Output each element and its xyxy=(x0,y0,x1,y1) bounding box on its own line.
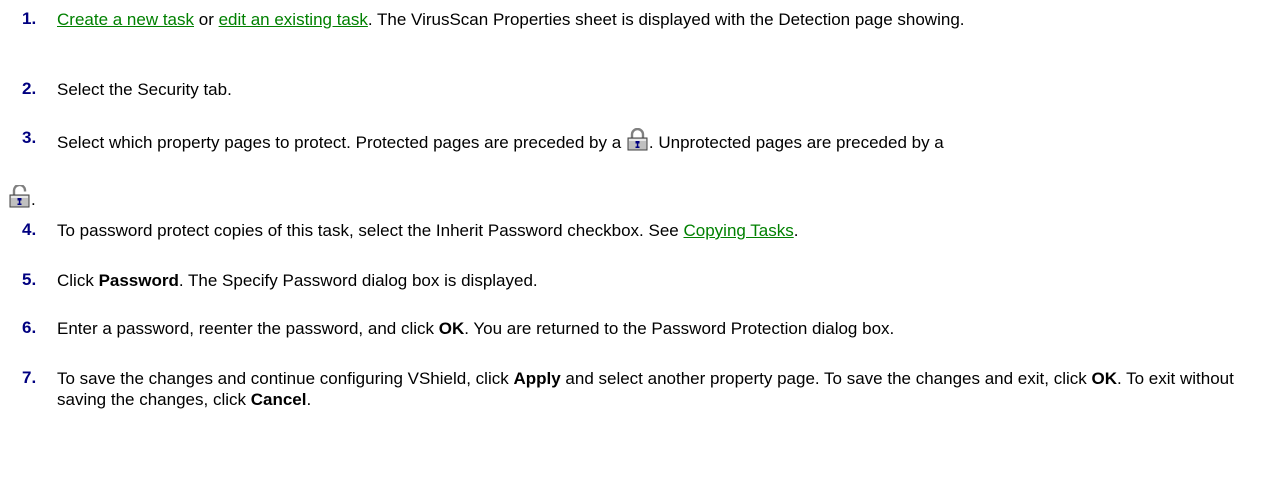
step-text-post: . The Specify Password dialog box is dis… xyxy=(178,271,538,290)
step-number: 6. xyxy=(22,318,37,337)
step-3-unprotected: . xyxy=(8,185,36,210)
edit-task-link[interactable]: edit an existing task xyxy=(219,10,368,29)
create-task-link[interactable]: Create a new task xyxy=(57,10,194,29)
step-text: To save the changes and continue configu… xyxy=(57,368,1247,410)
step-number: 5. xyxy=(22,270,37,289)
step-number: 2. xyxy=(22,79,37,98)
step-text: To password protect copies of this task,… xyxy=(57,220,1247,241)
step-text: Click Password. The Specify Password dia… xyxy=(57,270,1247,291)
locked-padlock-icon xyxy=(626,128,649,151)
step-text-main: To password protect copies of this task,… xyxy=(57,221,684,240)
step-text: Enter a password, reenter the password, … xyxy=(57,318,1247,339)
step-text-a: Select which property pages to protect. … xyxy=(57,133,626,152)
step-text-rest: . The VirusScan Properties sheet is disp… xyxy=(367,10,965,29)
step-text-post: . You are returned to the Password Prote… xyxy=(464,319,895,338)
password-label: Password xyxy=(98,271,179,290)
copying-tasks-link[interactable]: Copying Tasks xyxy=(683,221,793,240)
step-text-g: . xyxy=(306,390,312,409)
step-text-c: and select another property page. To sav… xyxy=(560,369,1092,388)
step-number: 4. xyxy=(22,220,37,239)
step-text-or: or xyxy=(194,10,219,29)
step-text-pre: Enter a password, reenter the password, … xyxy=(57,319,439,338)
ok-label: OK xyxy=(1091,369,1117,388)
apply-label: Apply xyxy=(513,369,561,388)
step-text-pre: Click xyxy=(57,271,99,290)
step-text: Create a new task or edit an existing ta… xyxy=(57,9,1247,30)
step-text: Select which property pages to protect. … xyxy=(57,128,1247,153)
cancel-label: Cancel xyxy=(250,390,307,409)
step-3-period: . xyxy=(31,190,36,209)
unlocked-padlock-icon xyxy=(8,185,31,208)
step-text: Select the Security tab. xyxy=(57,80,232,99)
step-text-b: . Unprotected pages are preceded by a xyxy=(648,133,944,152)
step-number: 1. xyxy=(22,9,37,28)
step-number: 7. xyxy=(22,368,37,387)
step-text-end: . xyxy=(793,221,799,240)
step-number: 3. xyxy=(22,128,37,147)
ok-label: OK xyxy=(438,319,465,338)
step-text-a: To save the changes and continue configu… xyxy=(57,369,514,388)
